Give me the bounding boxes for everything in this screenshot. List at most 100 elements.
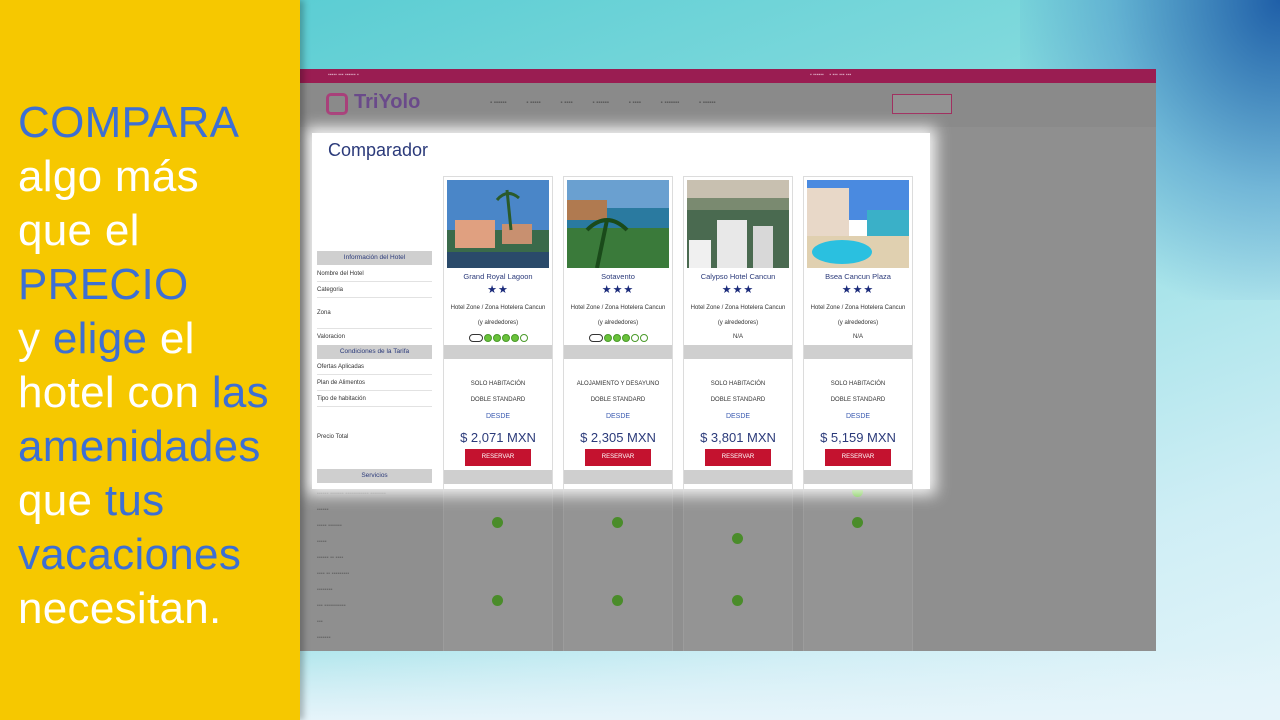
section-header-tariff: Condiciones de la Tarifa xyxy=(317,345,432,359)
check-icon xyxy=(732,533,743,544)
service-label: ▪▪▪ xyxy=(317,619,323,625)
nav-item[interactable]: ▪ ▪▪▪▪▪▪ xyxy=(699,100,716,106)
services-column xyxy=(443,489,553,651)
slogan-line-1: COMPARA xyxy=(18,98,240,147)
nav-item[interactable]: ▪ ▪▪▪▪▪ xyxy=(526,100,540,106)
price-value: $ 2,305 MXN xyxy=(580,430,656,445)
row-label-name: Nombre del Hotel xyxy=(317,271,364,277)
reserve-button[interactable]: RESERVAR xyxy=(705,449,771,466)
hotel-card-1: Grand Royal Lagoon ★★ Hotel Zone / Zona … xyxy=(443,176,553,490)
hotel-zone: Hotel Zone / Zona Hotelera Cancun (y alr… xyxy=(570,305,666,326)
service-label: ▪▪▪ ▪▪▪▪▪▪▪▪▪▪▪ xyxy=(317,603,346,609)
slogan-line-7: amenidades xyxy=(18,422,261,471)
row-label-offers: Ofertas Aplicadas xyxy=(317,364,365,370)
star-rating-icon: ★★★ xyxy=(841,284,875,296)
hotel-photo[interactable] xyxy=(687,180,789,268)
price-value: $ 2,071 MXN xyxy=(460,430,536,445)
website-screenshot: ▪▪▪▪▪ ▪▪▪ ▪▪▪▪▪▪ ▪ ▪ ▪▪▪▪▪▪ ▪ ▪▪▪ ▪▪▪ ▪▪… xyxy=(300,69,1156,651)
topbar-right-text: ▪ ▪▪▪▪▪▪ ▪ ▪▪▪ ▪▪▪ ▪▪▪ xyxy=(810,72,852,78)
hotel-zone: Hotel Zone / Zona Hotelera Cancun (y alr… xyxy=(810,305,906,326)
hotel-name[interactable]: Sotavento xyxy=(564,272,672,281)
services-dimmed-area: ▪▪▪▪▪▪ ▪▪▪▪▪▪▪ ▪▪▪▪▪▪▪▪▪▪▪▪ ▪▪▪▪▪▪▪▪ ▪▪▪… xyxy=(300,486,1156,651)
site-nav: ▪ ▪▪▪▪▪▪ ▪ ▪▪▪▪▪ ▪ ▪▪▪▪ ▪ ▪▪▪▪▪▪ ▪ ▪▪▪▪ … xyxy=(490,100,733,106)
meal-plan-value: SOLO HABITACIÓN xyxy=(830,381,886,387)
hotel-name[interactable]: Bsea Cancun Plaza xyxy=(804,272,912,281)
check-icon xyxy=(732,595,743,606)
row-divider xyxy=(317,406,432,407)
meal-plan-value: ALOJAMIENTO Y DESAYUNO xyxy=(576,381,660,387)
row-label-room-type: Tipo de habitación xyxy=(317,396,366,402)
reserve-button[interactable]: RESERVAR xyxy=(825,449,891,466)
row-divider xyxy=(317,297,432,298)
section-spacer xyxy=(564,345,672,359)
section-header-info: Información del Hotel xyxy=(317,251,432,265)
section-spacer xyxy=(804,470,912,484)
page-title: Comparador xyxy=(328,140,429,160)
row-label-zone: Zona xyxy=(317,310,331,316)
slogan-line-8: que tus xyxy=(18,476,165,525)
comparador-panel: Comparador Información del Hotel Nombre … xyxy=(312,133,930,490)
service-label: ▪▪▪▪▪▪ ▪▪ ▪▪▪▪ xyxy=(317,555,344,561)
section-header-services: Servicios xyxy=(317,469,432,483)
slide-bottom-fade xyxy=(300,650,1280,720)
hotel-photo[interactable] xyxy=(447,180,549,268)
section-spacer xyxy=(564,470,672,484)
hotel-photo[interactable] xyxy=(567,180,669,268)
service-label: ▪▪▪▪ ▪▪ ▪▪▪▪▪▪▪▪▪ xyxy=(317,571,350,577)
tripadvisor-icon xyxy=(468,334,528,342)
hotel-zone: Hotel Zone / Zona Hotelera Cancun (y alr… xyxy=(690,305,786,326)
topbar-left-text: ▪▪▪▪▪ ▪▪▪ ▪▪▪▪▪▪ ▪ xyxy=(328,72,359,78)
service-label: ▪▪▪▪▪▪ ▪▪▪▪▪▪▪ ▪▪▪▪▪▪▪▪▪▪▪▪ ▪▪▪▪▪▪▪▪ xyxy=(317,491,386,497)
row-label-category: Categoria xyxy=(317,287,344,293)
desde-label: DESDE xyxy=(485,413,511,420)
meal-plan-value: SOLO HABITACIÓN xyxy=(470,381,526,387)
tripadvisor-icon xyxy=(588,334,648,342)
nav-account-button[interactable] xyxy=(892,94,952,114)
row-label-total-price: Precio Total xyxy=(317,434,349,440)
hotel-photo[interactable] xyxy=(807,180,909,268)
nav-item[interactable]: ▪ ▪▪▪▪▪▪ xyxy=(592,100,609,106)
reserve-button[interactable]: RESERVAR xyxy=(585,449,651,466)
slogan-line-10: necesitan. xyxy=(18,584,222,633)
desde-label: DESDE xyxy=(725,413,751,420)
tripadvisor-rating xyxy=(564,334,672,344)
services-column xyxy=(563,489,673,651)
hotel-card-2: Sotavento ★★★ Hotel Zone / Zona Hotelera… xyxy=(563,176,673,490)
row-label-meal-plan: Plan de Alimentos xyxy=(317,380,366,386)
nav-item[interactable]: ▪ ▪▪▪▪▪▪ xyxy=(490,100,507,106)
service-label: ▪▪▪▪▪▪▪ xyxy=(317,635,331,641)
check-icon xyxy=(612,595,623,606)
slogan-line-9: vacaciones xyxy=(18,530,242,579)
check-icon xyxy=(612,517,623,528)
row-divider xyxy=(317,328,432,329)
site-logo[interactable]: TriYolo xyxy=(354,91,420,114)
service-label: ▪▪▪▪▪ ▪▪▪▪▪▪▪ xyxy=(317,523,342,529)
services-column xyxy=(803,489,913,651)
nav-item[interactable]: ▪ ▪▪▪▪ xyxy=(629,100,641,106)
row-label-rating: Valoracion xyxy=(317,334,345,340)
row-divider xyxy=(317,390,432,391)
nav-item[interactable]: ▪ ▪▪▪▪▪▪▪ xyxy=(661,100,680,106)
service-label: ▪▪▪▪▪▪▪▪ xyxy=(317,587,333,593)
slogan-text: COMPARA algo más que el PRECIO y elige e… xyxy=(18,96,298,636)
meal-plan-value: SOLO HABITACIÓN xyxy=(710,381,766,387)
slogan-line-5: y elige el xyxy=(18,314,195,363)
price-value: $ 3,801 MXN xyxy=(700,430,776,445)
room-type-value: DOBLE STANDARD xyxy=(470,397,526,403)
check-icon xyxy=(492,517,503,528)
section-spacer xyxy=(804,345,912,359)
section-spacer xyxy=(684,470,792,484)
desde-label: DESDE xyxy=(605,413,631,420)
nav-item[interactable]: ▪ ▪▪▪▪ xyxy=(560,100,572,106)
hotel-name[interactable]: Grand Royal Lagoon xyxy=(444,272,552,281)
price-value: $ 5,159 MXN xyxy=(820,430,896,445)
slogan-line-6: hotel con las xyxy=(18,368,269,417)
section-spacer xyxy=(684,345,792,359)
service-label: ▪▪▪▪▪▪ xyxy=(317,507,329,513)
slogan-panel: COMPARA algo más que el PRECIO y elige e… xyxy=(0,0,300,720)
reserve-button[interactable]: RESERVAR xyxy=(465,449,531,466)
hotel-name[interactable]: Calypso Hotel Cancun xyxy=(684,272,792,281)
slogan-line-3: que el xyxy=(18,206,140,255)
hotel-zone: Hotel Zone / Zona Hotelera Cancun (y alr… xyxy=(450,305,546,326)
room-type-value: DOBLE STANDARD xyxy=(830,397,886,403)
